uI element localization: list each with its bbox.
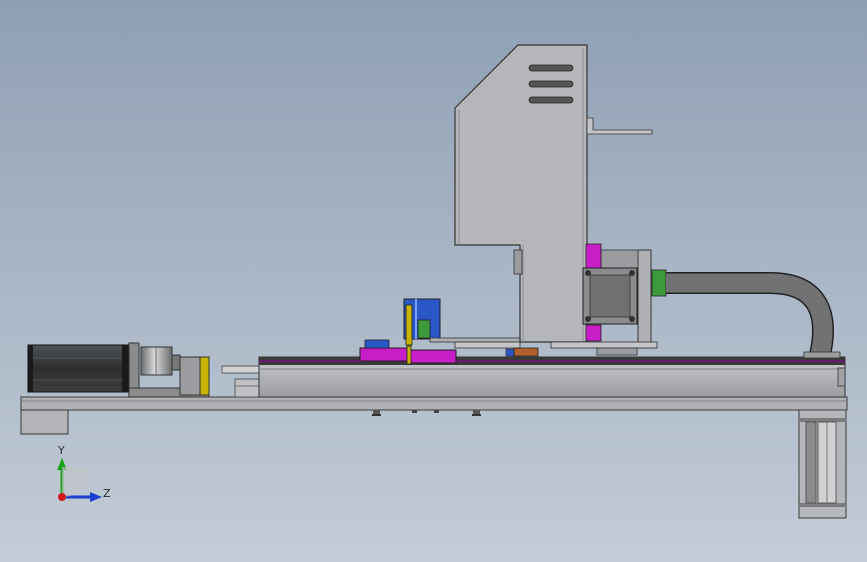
cad-viewport[interactable]: Y Z — [0, 0, 867, 562]
bearing-block[interactable] — [179, 356, 210, 396]
vertical-cylinder-right[interactable] — [798, 409, 847, 519]
stepper-motor-left[interactable] — [27, 344, 129, 393]
y-axis-label: Y — [57, 444, 65, 457]
cable-hose[interactable] — [651, 269, 841, 359]
stepper-motor-square[interactable] — [582, 267, 638, 325]
z-axis-label: Z — [103, 487, 111, 500]
main-upright-frame[interactable] — [454, 44, 588, 343]
frame-arm-right[interactable] — [586, 117, 653, 135]
lead-screw-end[interactable] — [221, 365, 260, 398]
linear-module[interactable] — [258, 356, 846, 398]
support-rail[interactable] — [454, 341, 658, 357]
left-foot[interactable] — [20, 409, 69, 435]
base-plate[interactable] — [20, 396, 848, 411]
coordinate-triad: Y Z — [57, 444, 111, 502]
frame-slots — [528, 64, 574, 104]
blue-cylinder[interactable] — [403, 298, 521, 346]
shaft-coupling[interactable] — [140, 346, 181, 376]
bottom-screws — [372, 410, 481, 416]
machine-assembly-drawing: Y Z — [20, 44, 848, 519]
